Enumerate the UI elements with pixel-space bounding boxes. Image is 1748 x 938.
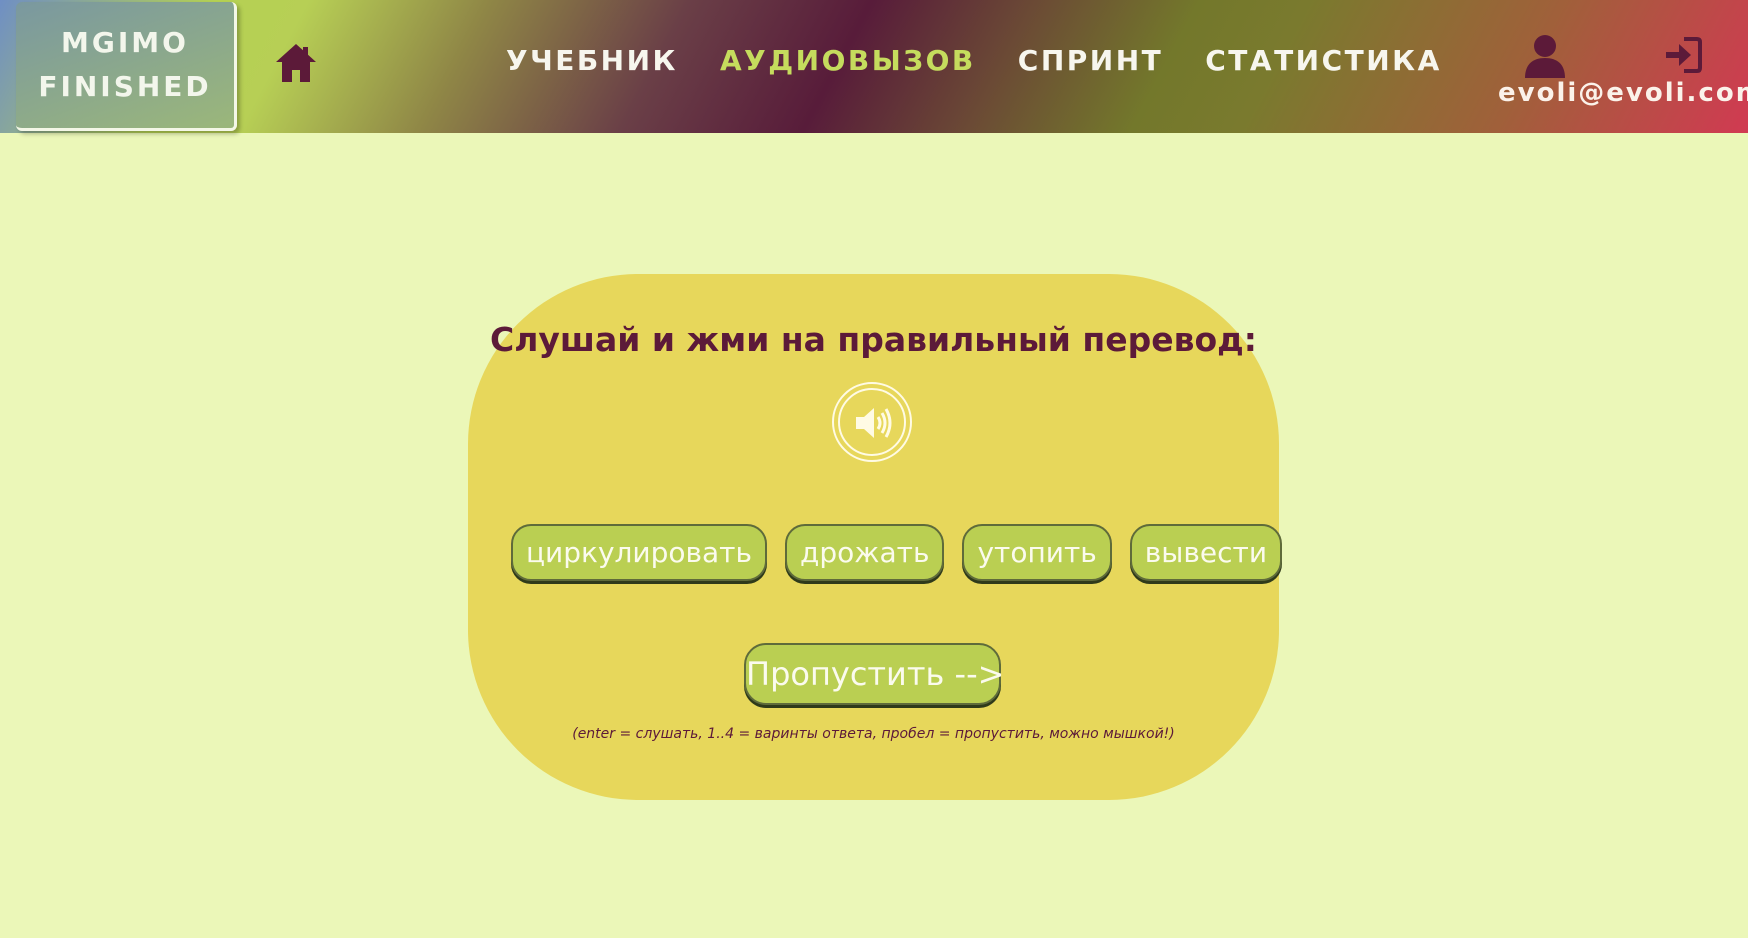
play-audio-button[interactable]	[832, 382, 912, 462]
logo-line-2: FINISHED	[38, 70, 212, 103]
nav-item-statistics[interactable]: СТАТИСТИКА	[1205, 44, 1442, 77]
speaker-icon	[856, 408, 892, 438]
user-icon[interactable]	[1523, 32, 1567, 78]
logout-icon[interactable]	[1664, 36, 1702, 74]
answer-button-2[interactable]: дрожать	[784, 524, 945, 581]
home-icon[interactable]	[274, 42, 318, 84]
keyboard-hint: (enter = слушать, 1..4 = варинты ответа,…	[572, 726, 1175, 742]
skip-button[interactable]: Пропустить -->	[744, 643, 1004, 705]
answer-button-1[interactable]: циркулировать	[511, 524, 767, 581]
logo[interactable]: MGIMO FINISHED	[16, 2, 237, 131]
nav-item-textbook[interactable]: УЧЕБНИК	[506, 44, 678, 77]
nav-item-audio-challenge[interactable]: АУДИОВЫЗОВ	[720, 44, 976, 77]
answer-options: циркулировать дрожать утопить вывести	[511, 524, 1283, 581]
game-card: Слушай и жми на правильный перевод: цирк…	[468, 274, 1283, 800]
nav-item-sprint[interactable]: СПРИНТ	[1018, 44, 1163, 77]
logo-line-1: MGIMO	[61, 26, 189, 59]
answer-button-3[interactable]: утопить	[962, 524, 1112, 581]
answer-button-4[interactable]: вывести	[1129, 524, 1283, 581]
header: MGIMO FINISHED УЧЕБНИК АУДИОВЫЗОВ СПРИНТ…	[0, 0, 1748, 133]
main-nav: УЧЕБНИК АУДИОВЫЗОВ СПРИНТ СТАТИСТИКА	[506, 44, 1442, 77]
user-email: evoli@evoli.com	[1498, 78, 1748, 108]
game-prompt: Слушай и жми на правильный перевод:	[490, 320, 1257, 359]
